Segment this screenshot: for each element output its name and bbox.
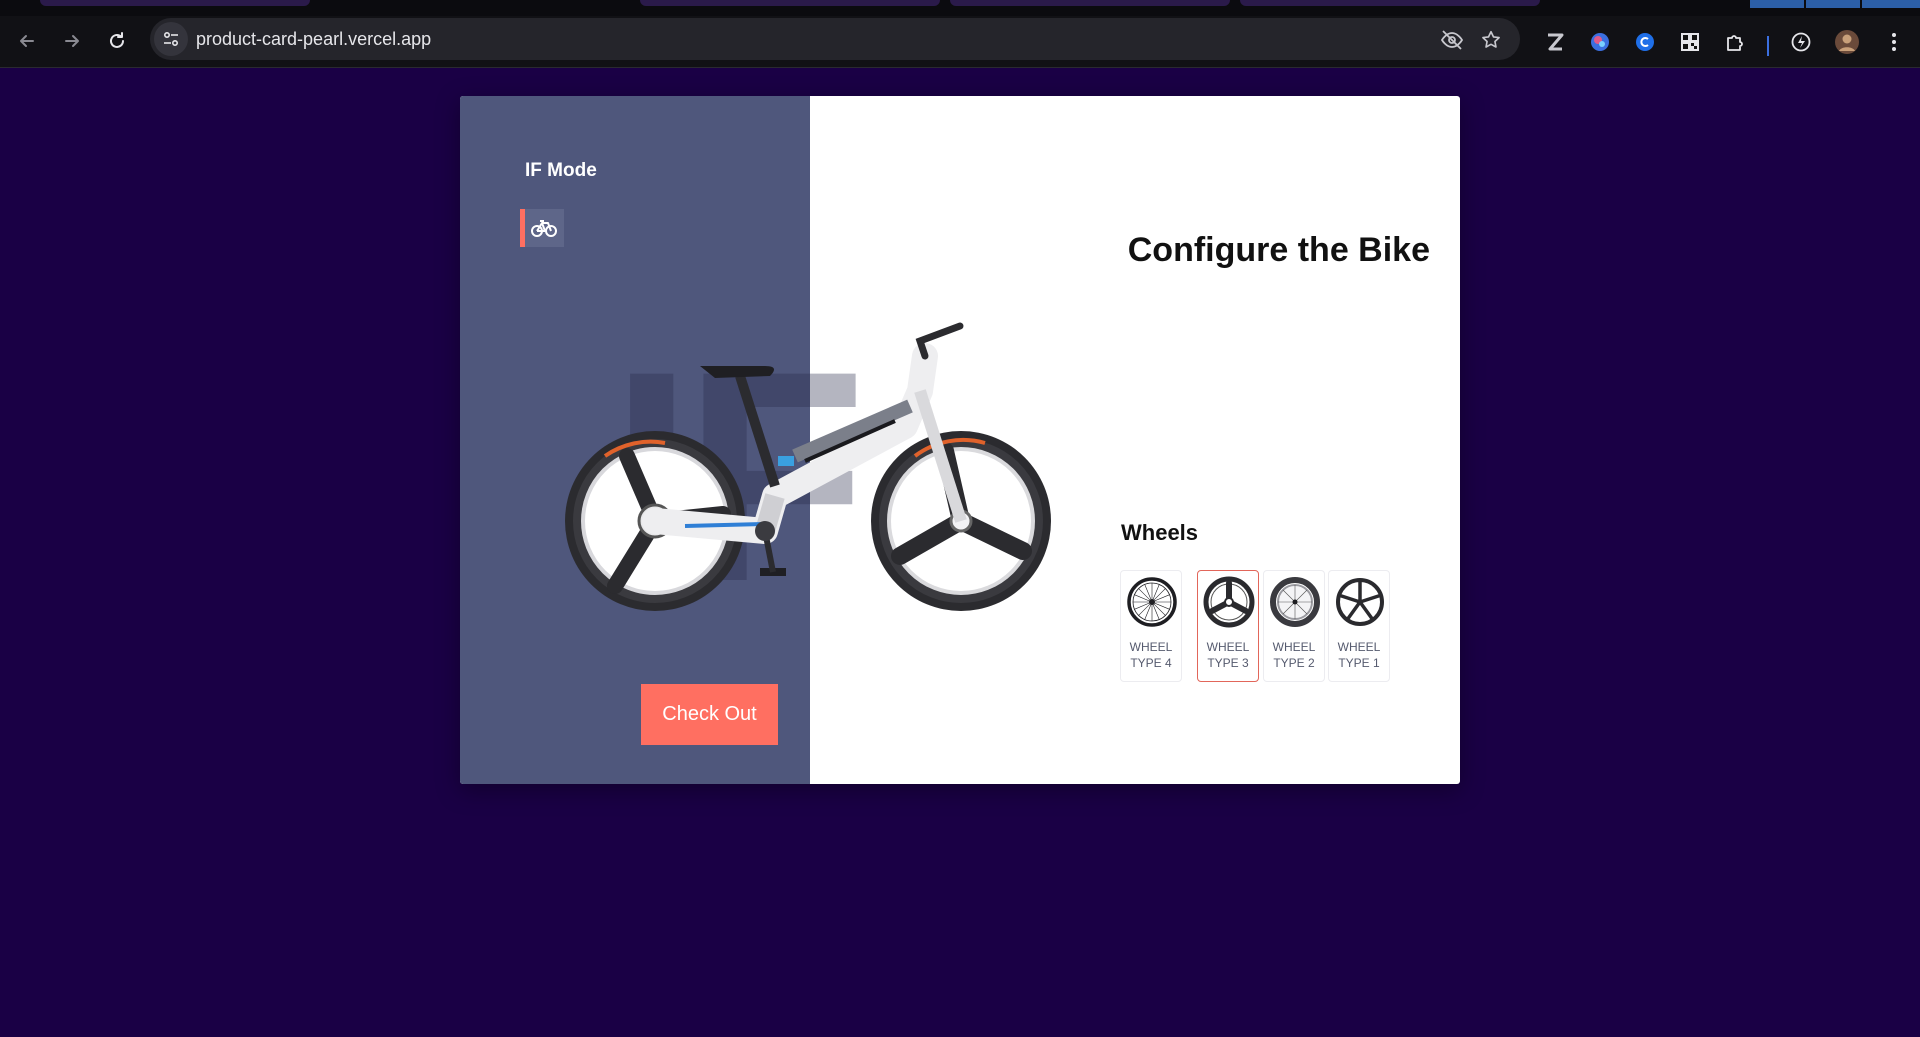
extensions-button[interactable] — [1721, 28, 1749, 56]
tab-strip — [0, 0, 1920, 16]
wheel-tri-spoke-icon — [1203, 576, 1255, 628]
wheel-option-type-2[interactable]: WHEEL TYPE 2 — [1263, 570, 1325, 682]
wheel-spoked-icon — [1127, 577, 1177, 627]
address-bar[interactable]: product-card-pearl.vercel.app — [150, 18, 1520, 60]
minimize-button[interactable] — [1750, 0, 1804, 8]
site-info-icon — [163, 31, 179, 47]
extension-blue-button[interactable] — [1631, 28, 1659, 56]
eye-off-icon — [1440, 30, 1464, 50]
extension-z-button[interactable] — [1541, 28, 1569, 56]
mode-title: IF Mode — [525, 160, 597, 181]
tab-hint[interactable] — [1240, 0, 1540, 6]
tab-hint[interactable] — [640, 0, 940, 6]
puzzle-icon — [1727, 35, 1743, 51]
config-title: Configure the Bike — [1127, 231, 1430, 269]
tab-hint[interactable] — [40, 0, 310, 6]
extension-qr-icon — [1681, 33, 1699, 51]
wheel-label-line1: WHEEL — [1272, 640, 1316, 654]
wheel-label-line1: WHEEL — [1129, 640, 1173, 654]
wheel-option-type-1[interactable]: WHEEL TYPE 1 — [1328, 570, 1390, 682]
wheel-option-type-3[interactable]: WHEEL TYPE 3 — [1197, 570, 1259, 682]
extension-orb-icon — [1591, 33, 1609, 51]
wheel-label-line2: TYPE 4 — [1130, 656, 1172, 670]
extension-orb-button[interactable] — [1586, 28, 1614, 56]
back-button[interactable] — [12, 26, 42, 56]
wheel-label-line2: TYPE 2 — [1273, 656, 1315, 670]
bike-image — [565, 322, 1051, 611]
wheel-option-label: WHEEL TYPE 4 — [1121, 639, 1181, 671]
reload-icon — [110, 32, 124, 48]
bicycle-icon — [531, 220, 557, 237]
site-info-button[interactable] — [154, 22, 188, 56]
wheels-heading: Wheels — [1121, 520, 1199, 545]
wheel-option-label: WHEEL TYPE 2 — [1264, 639, 1324, 671]
extension-blue-icon — [1636, 33, 1654, 51]
reload-button[interactable] — [102, 26, 132, 56]
extension-z-icon — [1548, 33, 1564, 51]
maximize-button[interactable] — [1806, 0, 1860, 8]
profile-button[interactable] — [1833, 28, 1861, 56]
more-menu-button[interactable] — [1880, 28, 1908, 56]
close-window-button[interactable] — [1862, 0, 1920, 8]
extension-bolt-icon — [1791, 32, 1811, 52]
bookmark-button[interactable] — [1477, 26, 1505, 54]
wheel-five-spoke-icon — [1336, 578, 1384, 626]
checkout-button[interactable]: Check Out — [641, 684, 778, 745]
url-text[interactable]: product-card-pearl.vercel.app — [196, 29, 431, 50]
more-menu-icon — [1892, 33, 1896, 51]
wheel-option-type-4[interactable]: WHEEL TYPE 4 — [1120, 570, 1182, 682]
extension-qr-button[interactable] — [1676, 28, 1704, 56]
wheel-option-label: WHEEL TYPE 3 — [1198, 639, 1258, 671]
wheel-label-line2: TYPE 3 — [1207, 656, 1249, 670]
toolbar-divider — [1767, 36, 1769, 56]
wheel-option-label: WHEEL TYPE 1 — [1329, 639, 1389, 671]
browser-toolbar: product-card-pearl.vercel.app — [0, 16, 1920, 68]
forward-icon — [65, 35, 79, 47]
wheel-label-line2: TYPE 1 — [1338, 656, 1380, 670]
tracking-protection-button[interactable] — [1438, 26, 1466, 54]
mode-tab-bike[interactable] — [520, 209, 564, 247]
tab-hint[interactable] — [950, 0, 1230, 6]
wheel-deep-rim-icon — [1270, 577, 1320, 627]
product-card: IF IF Mode Check Out Configure the Bike … — [460, 96, 1460, 784]
active-tab-indicator — [520, 209, 525, 247]
star-icon — [1482, 30, 1500, 48]
wheel-label-line1: WHEEL — [1206, 640, 1250, 654]
back-icon — [20, 35, 34, 47]
extension-bolt-button[interactable] — [1787, 28, 1815, 56]
wheel-label-line1: WHEEL — [1337, 640, 1381, 654]
profile-avatar — [1835, 30, 1859, 54]
forward-button[interactable] — [57, 26, 87, 56]
